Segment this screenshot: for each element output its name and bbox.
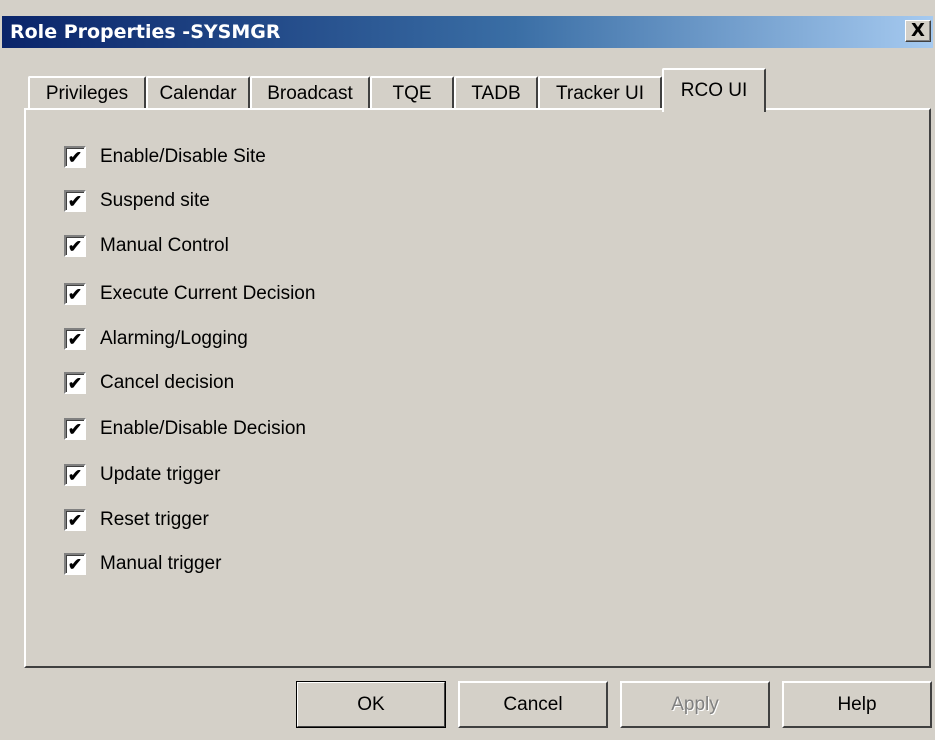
active-tab-joiner	[664, 106, 760, 112]
check-icon: ✔	[67, 147, 83, 167]
enable-disable-decision-checkbox[interactable]: ✔	[64, 418, 86, 440]
checkbox-row[interactable]: ✔ Manual trigger	[64, 550, 221, 578]
checkbox-row[interactable]: ✔ Update trigger	[64, 461, 220, 489]
tab-label: Calendar	[159, 82, 237, 104]
checkbox-row[interactable]: ✔ Reset trigger	[64, 506, 209, 534]
tab-label: TQE	[392, 82, 432, 104]
cancel-decision-checkbox[interactable]: ✔	[64, 372, 86, 394]
checkbox-row[interactable]: ✔ Suspend site	[64, 187, 210, 215]
check-icon: ✔	[67, 191, 83, 211]
tab-label: RCO UI	[680, 80, 748, 101]
help-button[interactable]: Help	[782, 681, 932, 728]
tab-label: TADB	[471, 82, 521, 104]
tab-tqe[interactable]: TQE	[370, 76, 454, 109]
manual-trigger-checkbox[interactable]: ✔	[64, 553, 86, 575]
tab-tracker-ui[interactable]: Tracker UI	[538, 76, 662, 109]
checkbox-row[interactable]: ✔ Alarming/Logging	[64, 325, 248, 353]
checkbox-label: Manual trigger	[100, 553, 222, 574]
checkbox-row[interactable]: ✔ Cancel decision	[64, 369, 234, 397]
title-bar[interactable]: Role Properties -SYSMGR X	[2, 16, 933, 48]
checkbox-label: Enable/Disable Site	[100, 146, 266, 167]
checkbox-row[interactable]: ✔ Manual Control	[64, 232, 229, 260]
checkbox-row[interactable]: ✔ Enable/Disable Site	[64, 143, 266, 171]
dialog-title: Role Properties -SYSMGR	[10, 21, 281, 43]
check-icon: ✔	[67, 510, 83, 530]
check-icon: ✔	[67, 236, 83, 256]
tab-label: Privileges	[45, 82, 129, 104]
help-button-label: Help	[837, 693, 877, 715]
check-icon: ✔	[67, 373, 83, 393]
check-icon: ✔	[67, 329, 83, 349]
tab-privileges[interactable]: Privileges	[28, 76, 146, 109]
ok-button[interactable]: OK	[296, 681, 446, 728]
tab-tadb[interactable]: TADB	[454, 76, 538, 109]
tab-label: Tracker UI	[556, 82, 644, 104]
execute-current-decision-checkbox[interactable]: ✔	[64, 283, 86, 305]
checkbox-label: Enable/Disable Decision	[100, 418, 306, 439]
tab-broadcast[interactable]: Broadcast	[250, 76, 370, 109]
checkbox-row[interactable]: ✔ Enable/Disable Decision	[64, 415, 306, 443]
tab-strip: Privileges Calendar Broadcast TQE TADB T…	[24, 66, 924, 112]
ok-button-label: OK	[357, 693, 385, 715]
enable-disable-site-checkbox[interactable]: ✔	[64, 146, 86, 168]
checkbox-label: Reset trigger	[100, 509, 209, 530]
check-icon: ✔	[67, 465, 83, 485]
check-icon: ✔	[67, 284, 83, 304]
tab-label: Broadcast	[267, 82, 353, 104]
close-icon: X	[911, 20, 925, 41]
checkbox-row[interactable]: ✔ Execute Current Decision	[64, 280, 315, 308]
checkbox-label: Update trigger	[100, 464, 221, 485]
update-trigger-checkbox[interactable]: ✔	[64, 464, 86, 486]
alarming-logging-checkbox[interactable]: ✔	[64, 328, 86, 350]
cancel-button-label: Cancel	[503, 693, 563, 715]
manual-control-checkbox[interactable]: ✔	[64, 235, 86, 257]
checkbox-label: Manual Control	[100, 235, 229, 256]
suspend-site-checkbox[interactable]: ✔	[64, 190, 86, 212]
tab-calendar[interactable]: Calendar	[146, 76, 250, 109]
checkbox-label: Alarming/Logging	[100, 328, 248, 349]
checkbox-label: Execute Current Decision	[100, 283, 316, 304]
checkbox-label: Cancel decision	[100, 372, 235, 393]
role-properties-dialog: Role Properties -SYSMGR X Privileges Cal…	[0, 0, 935, 740]
close-button[interactable]: X	[905, 20, 931, 42]
apply-button-label: Apply	[671, 693, 719, 715]
check-icon: ✔	[67, 419, 83, 439]
cancel-button[interactable]: Cancel	[458, 681, 608, 728]
apply-button[interactable]: Apply	[620, 681, 770, 728]
checkbox-label: Suspend site	[100, 190, 210, 211]
reset-trigger-checkbox[interactable]: ✔	[64, 509, 86, 531]
rco-ui-panel: ✔ Enable/Disable Site ✔ Suspend site ✔ M…	[24, 108, 931, 668]
check-icon: ✔	[67, 554, 83, 574]
